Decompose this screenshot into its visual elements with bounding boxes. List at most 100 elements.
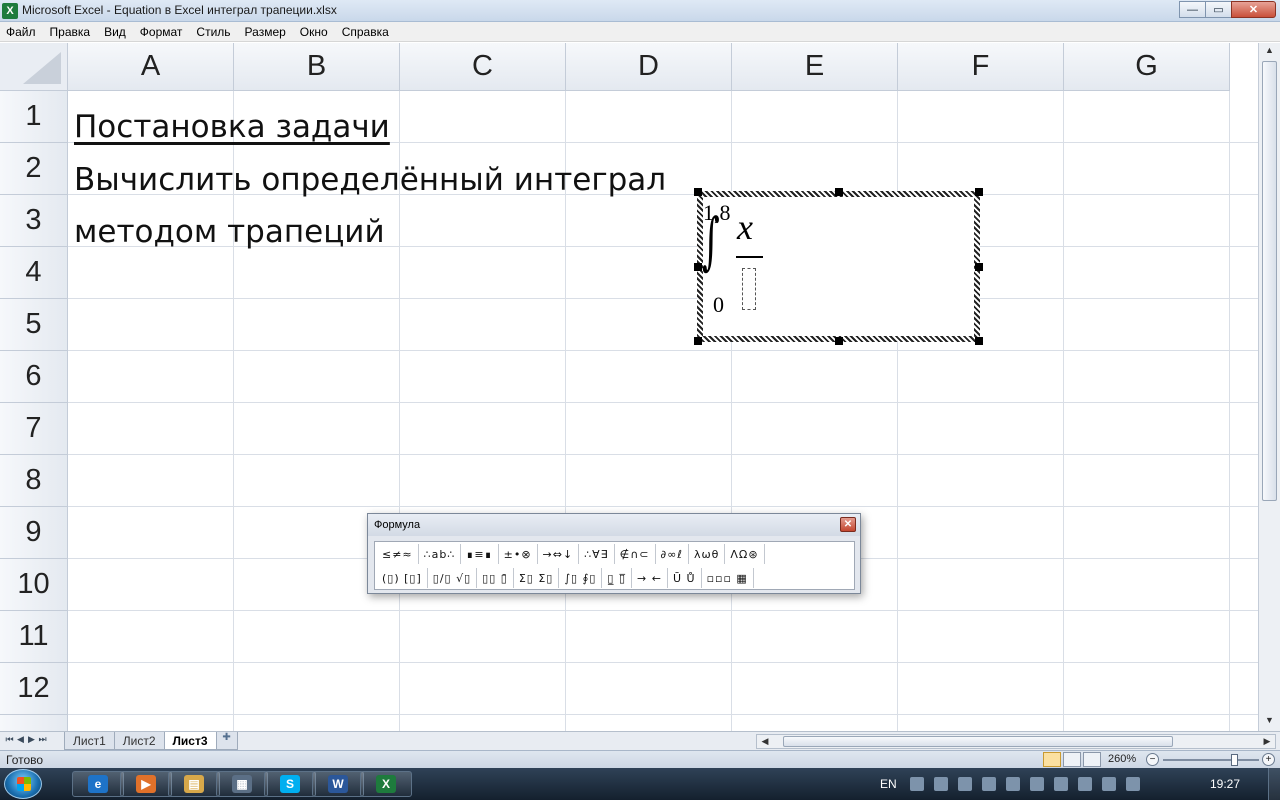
- zoom-in-button[interactable]: +: [1262, 753, 1275, 766]
- vertical-scrollbar[interactable]: ▲ ▼: [1258, 43, 1280, 731]
- network-icon[interactable]: [1125, 777, 1140, 791]
- insert-sheet-icon[interactable]: ✚: [215, 732, 238, 750]
- vertical-scroll-thumb[interactable]: [1262, 61, 1277, 501]
- taskbar-app-button[interactable]: ▶: [120, 771, 172, 797]
- page-layout-view-button[interactable]: [1063, 752, 1081, 767]
- zoom-slider-track[interactable]: [1163, 759, 1259, 761]
- select-all-corner[interactable]: [0, 43, 68, 91]
- tray-icon[interactable]: [957, 777, 972, 791]
- menu-window[interactable]: Окно: [300, 25, 334, 39]
- taskbar-app-button[interactable]: e: [72, 771, 124, 797]
- taskbar-app-button[interactable]: W: [312, 771, 364, 797]
- resize-handle[interactable]: [975, 263, 983, 271]
- row-header[interactable]: 8: [0, 455, 68, 507]
- spaces-palette-button[interactable]: ∴ab∴: [419, 544, 462, 564]
- matrix-templates-button[interactable]: ▫▫▫ ▦: [702, 568, 754, 588]
- misc-symbols-palette-button[interactable]: ∂∞ℓ: [656, 544, 689, 564]
- row-header[interactable]: 7: [0, 403, 68, 455]
- summation-templates-button[interactable]: Σ▯ Σ▯: [514, 568, 560, 588]
- column-header-b[interactable]: B: [234, 43, 400, 91]
- menu-help[interactable]: Справка: [342, 25, 395, 39]
- integral-lower-limit[interactable]: 0: [713, 292, 724, 318]
- scroll-right-icon[interactable]: ▶: [1260, 735, 1274, 748]
- greek-lowercase-palette-button[interactable]: λωθ: [689, 544, 726, 564]
- column-header-e[interactable]: E: [732, 43, 898, 91]
- resize-handle[interactable]: [694, 188, 702, 196]
- resize-handle[interactable]: [694, 337, 702, 345]
- prev-sheet-icon[interactable]: ◀: [15, 734, 26, 745]
- tray-icon[interactable]: [909, 777, 924, 791]
- tray-icon[interactable]: [1053, 777, 1068, 791]
- menu-size[interactable]: Размер: [245, 25, 292, 39]
- product-templates-button[interactable]: Ū Ů: [668, 568, 702, 588]
- horizontal-scrollbar[interactable]: ◀ ▶: [756, 734, 1276, 749]
- start-button[interactable]: [4, 769, 42, 799]
- resize-handle[interactable]: [694, 263, 702, 271]
- first-sheet-icon[interactable]: ⏮: [4, 734, 15, 745]
- clock[interactable]: 19:27: [1210, 777, 1240, 791]
- resize-handle[interactable]: [835, 337, 843, 345]
- formula-toolbar-title[interactable]: Формула: [368, 514, 860, 536]
- fence-templates-button[interactable]: (▯) [▯]: [377, 568, 428, 588]
- row-header[interactable]: 1: [0, 91, 68, 143]
- volume-icon[interactable]: [1101, 777, 1116, 791]
- next-sheet-icon[interactable]: ▶: [26, 734, 37, 745]
- close-button[interactable]: ✕: [1231, 1, 1276, 18]
- page-break-view-button[interactable]: [1083, 752, 1101, 767]
- column-header-d[interactable]: D: [566, 43, 732, 91]
- greek-uppercase-palette-button[interactable]: ΛΩ⊛: [725, 544, 765, 564]
- logic-palette-button[interactable]: ∴∀∃: [579, 544, 615, 564]
- cell-a2-heading[interactable]: Постановка задачи: [74, 109, 390, 145]
- row-header[interactable]: 11: [0, 611, 68, 663]
- column-header-a[interactable]: A: [68, 43, 234, 91]
- resize-handle[interactable]: [975, 337, 983, 345]
- row-header[interactable]: 6: [0, 351, 68, 403]
- menu-format[interactable]: Формат: [140, 25, 189, 39]
- bar-templates-button[interactable]: ▯̲ ▯̅: [602, 568, 633, 588]
- taskbar-app-button[interactable]: S: [264, 771, 316, 797]
- taskbar-app-button[interactable]: X: [360, 771, 412, 797]
- integral-templates-button[interactable]: ∫▯ ∮▯: [559, 568, 603, 588]
- tray-icon[interactable]: [933, 777, 948, 791]
- zoom-level[interactable]: 260%: [1108, 753, 1136, 765]
- formula-toolbar[interactable]: Формула ✕ ≤≠≈ ∴ab∴ ∎≡∎ ±•⊗ →⇔↓ ∴∀∃ ∉∩⊂ ∂…: [367, 513, 861, 594]
- formula-close-button[interactable]: ✕: [840, 517, 856, 532]
- column-header-g[interactable]: G: [1064, 43, 1230, 91]
- cell-a4-text[interactable]: методом трапеций: [74, 214, 385, 250]
- excel-app-icon[interactable]: X: [2, 3, 18, 19]
- operators-palette-button[interactable]: ±•⊗: [499, 544, 538, 564]
- row-header[interactable]: 2: [0, 143, 68, 195]
- scroll-down-icon[interactable]: ▼: [1262, 715, 1277, 729]
- row-header[interactable]: 5: [0, 299, 68, 351]
- menu-edit[interactable]: Правка: [50, 25, 97, 39]
- column-header-f[interactable]: F: [898, 43, 1064, 91]
- row-header[interactable]: 10: [0, 559, 68, 611]
- zoom-out-button[interactable]: −: [1146, 753, 1159, 766]
- row-header[interactable]: 3: [0, 195, 68, 247]
- fraction-radical-templates-button[interactable]: ▯/▯ √▯: [428, 568, 478, 588]
- last-sheet-icon[interactable]: ⏭: [37, 734, 48, 745]
- scroll-left-icon[interactable]: ◀: [758, 735, 772, 748]
- zoom-slider-thumb[interactable]: [1231, 754, 1238, 766]
- embellishments-palette-button[interactable]: ∎≡∎: [461, 544, 499, 564]
- flag-icon[interactable]: [1077, 777, 1092, 791]
- taskbar-app-button[interactable]: ▦: [216, 771, 268, 797]
- tray-icon[interactable]: [1029, 777, 1044, 791]
- tray-icon[interactable]: [1005, 777, 1020, 791]
- labeled-arrow-templates-button[interactable]: → ←: [632, 568, 668, 588]
- menu-file[interactable]: Файл: [6, 25, 42, 39]
- sheet-tab-list1[interactable]: Лист1: [64, 732, 115, 750]
- fraction-numerator[interactable]: x: [737, 206, 753, 248]
- denominator-placeholder[interactable]: [742, 268, 756, 310]
- sheet-tab-list2[interactable]: Лист2: [113, 732, 165, 750]
- normal-view-button[interactable]: [1043, 752, 1061, 767]
- arrows-palette-button[interactable]: →⇔↓: [538, 544, 580, 564]
- row-header[interactable]: 9: [0, 507, 68, 559]
- row-header[interactable]: [0, 715, 68, 731]
- scroll-up-icon[interactable]: ▲: [1262, 45, 1277, 59]
- row-header[interactable]: 12: [0, 663, 68, 715]
- relations-palette-button[interactable]: ≤≠≈: [377, 544, 419, 564]
- menu-view[interactable]: Вид: [104, 25, 132, 39]
- row-header[interactable]: 4: [0, 247, 68, 299]
- language-indicator[interactable]: EN: [880, 777, 897, 791]
